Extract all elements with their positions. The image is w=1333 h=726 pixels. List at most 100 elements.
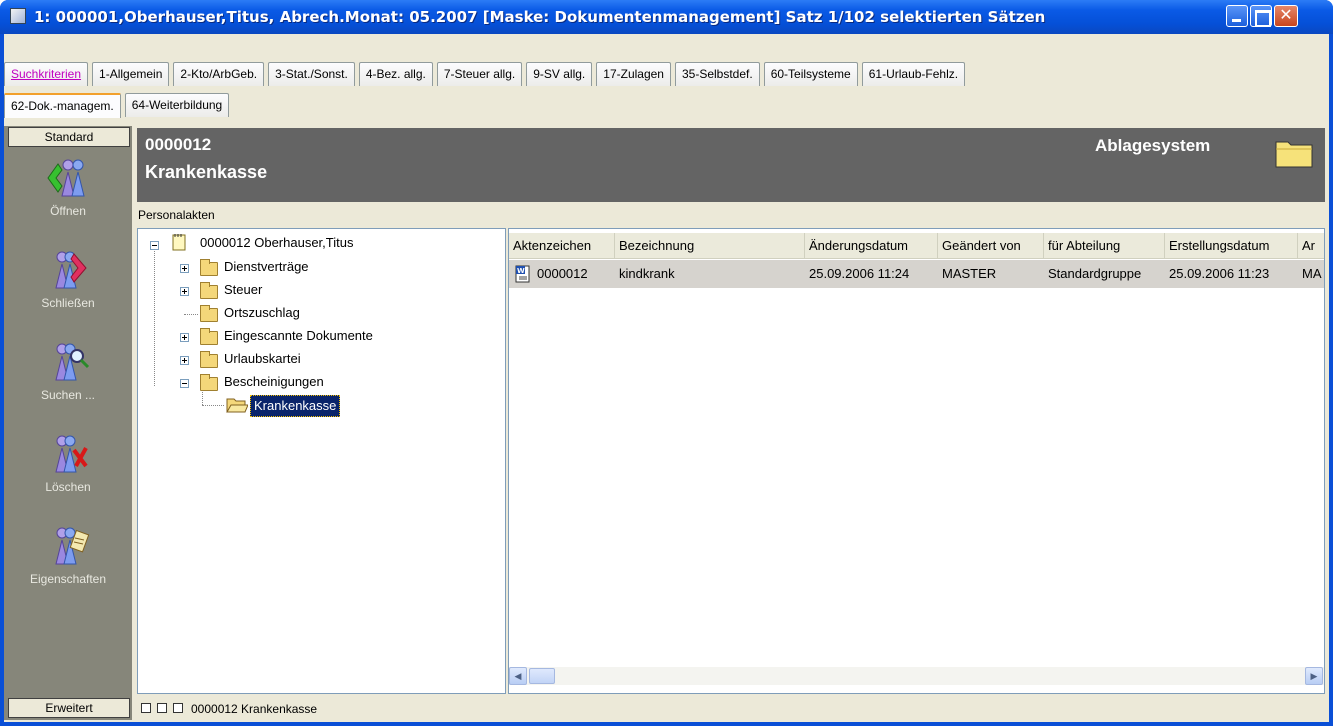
tab-row-1: Suchkriterien 1-Allgemein 2-Kto/ArbGeb. … bbox=[4, 62, 966, 86]
list-header: Aktenzeichen Bezeichnung Änderungsdatum … bbox=[509, 233, 1324, 259]
tab-sv-allg[interactable]: 9-SV allg. bbox=[526, 62, 593, 86]
sidebar-label-schliessen: Schließen bbox=[41, 296, 95, 310]
tab-suchkriterien[interactable]: Suchkriterien bbox=[4, 62, 89, 86]
col-header-bezeichnung[interactable]: Bezeichnung bbox=[615, 233, 805, 258]
record-number: 0000012 bbox=[145, 135, 212, 154]
folder-icon bbox=[200, 282, 218, 299]
tab-teilsysteme[interactable]: 60-Teilsysteme bbox=[763, 62, 858, 86]
folder-icon bbox=[200, 305, 218, 322]
tree-line bbox=[202, 405, 224, 406]
scroll-left-button[interactable]: ◀ bbox=[509, 667, 527, 685]
sidebar-label-suchen: Suchen ... bbox=[40, 388, 96, 402]
scroll-right-button[interactable]: ▶ bbox=[1305, 667, 1323, 685]
col-header-aenderungsdatum[interactable]: Änderungsdatum bbox=[805, 233, 938, 258]
tree-line bbox=[154, 246, 155, 386]
word-document-icon: W bbox=[515, 265, 530, 283]
col-header-aktenzeichen[interactable]: Aktenzeichen bbox=[509, 233, 615, 258]
svg-text:W: W bbox=[517, 267, 525, 275]
col-header-erstellungsdatum[interactable]: Erstellungsdatum bbox=[1165, 233, 1298, 258]
collapse-toggle[interactable] bbox=[180, 379, 189, 388]
tree-item-steuer[interactable]: Steuer bbox=[224, 280, 262, 300]
sidebar-label-eigenschaften: Eigenschaften bbox=[29, 572, 107, 586]
expand-toggle[interactable] bbox=[180, 356, 189, 365]
preview-icon[interactable] bbox=[173, 703, 183, 713]
col-header-fuer-abteilung[interactable]: für Abteilung bbox=[1044, 233, 1165, 258]
tab-dok-managem[interactable]: 62-Dok.-managem. bbox=[4, 93, 121, 118]
collapse-toggle[interactable] bbox=[150, 241, 159, 250]
app-icon[interactable] bbox=[10, 8, 26, 24]
title-bar[interactable]: 1: 000001,Oberhauser,Titus, Abrech.Monat… bbox=[0, 0, 1333, 34]
sidebar-item-loeschen[interactable]: Löschen bbox=[4, 432, 132, 494]
personnel-file-icon bbox=[172, 234, 186, 251]
cell-aktenzeichen: 0000012 bbox=[537, 266, 588, 281]
tab-urlaub-fehlz[interactable]: 61-Urlaub-Fehlz. bbox=[861, 62, 966, 86]
tab-selbstdef[interactable]: 35-Selbstdef. bbox=[674, 62, 760, 86]
tree-item-urlaubskartei[interactable]: Urlaubskartei bbox=[224, 349, 301, 369]
cell-aenderungsdatum: 25.09.2006 11:24 bbox=[809, 266, 910, 281]
expand-toggle[interactable] bbox=[180, 287, 189, 296]
sidebar-header-button[interactable]: Standard bbox=[8, 127, 130, 147]
search-icon bbox=[55, 343, 90, 381]
status-bar: 0000012 Krankenkasse bbox=[137, 698, 1325, 720]
folder-tree[interactable]: 0000012 Oberhauser,Titus Dienstverträge … bbox=[137, 228, 506, 694]
folder-icon bbox=[1275, 141, 1313, 168]
tree-item-ortszuschlag[interactable]: Ortszuschlag bbox=[224, 303, 300, 323]
maximize-button[interactable] bbox=[1250, 5, 1272, 27]
record-header: 0000012 Krankenkasse Ablagesystem bbox=[137, 128, 1325, 202]
sidebar-item-eigenschaften[interactable]: Eigenschaften bbox=[4, 524, 132, 586]
tree-item-dienstvertraege[interactable]: Dienstverträge bbox=[224, 257, 309, 277]
expand-toggle[interactable] bbox=[180, 264, 189, 273]
open-icon bbox=[47, 159, 85, 197]
details-view-icon[interactable] bbox=[157, 703, 167, 713]
folder-icon bbox=[200, 374, 218, 391]
tree-root[interactable]: 0000012 Oberhauser,Titus bbox=[200, 233, 353, 253]
tab-bez-allg[interactable]: 4-Bez. allg. bbox=[358, 62, 433, 86]
list-view-icon[interactable] bbox=[141, 703, 151, 713]
sidebar-item-suchen[interactable]: Suchen ... bbox=[4, 340, 132, 402]
col-header-ar[interactable]: Ar bbox=[1298, 233, 1324, 258]
tab-row-2: 62-Dok.-managem. 64-Weiterbildung bbox=[4, 93, 230, 118]
cell-bezeichnung: kindkrank bbox=[619, 266, 675, 281]
window-title: 1: 000001,Oberhauser,Titus, Abrech.Monat… bbox=[34, 8, 1046, 26]
cell-geaendert-von: MASTER bbox=[942, 266, 997, 281]
document-list[interactable]: Aktenzeichen Bezeichnung Änderungsdatum … bbox=[508, 228, 1325, 694]
tab-weiterbildung[interactable]: 64-Weiterbildung bbox=[124, 93, 230, 117]
properties-icon bbox=[55, 527, 90, 565]
close-button[interactable]: ✕ bbox=[1274, 5, 1298, 27]
tree-item-krankenkasse-selected[interactable]: Krankenkasse bbox=[250, 395, 341, 417]
sidebar-footer-button[interactable]: Erweitert bbox=[8, 698, 130, 718]
tree-item-eingescannte-dokumente[interactable]: Eingescannte Dokumente bbox=[224, 326, 373, 346]
tab-stat-sonst[interactable]: 3-Stat./Sonst. bbox=[268, 62, 355, 86]
record-name: Krankenkasse bbox=[145, 162, 268, 182]
folder-icon bbox=[200, 328, 218, 345]
section-title: Ablagesystem bbox=[1095, 136, 1211, 155]
status-text: 0000012 Krankenkasse bbox=[191, 702, 318, 716]
expand-toggle[interactable] bbox=[180, 333, 189, 342]
tab-zulagen[interactable]: 17-Zulagen bbox=[596, 62, 671, 86]
table-row[interactable]: W 0000012 kindkrank 25.09.2006 11:24 MAS… bbox=[509, 260, 1324, 288]
tree-label: Personalakten bbox=[138, 208, 215, 222]
cell-ar: MA bbox=[1302, 266, 1322, 281]
open-folder-icon bbox=[226, 398, 248, 413]
folder-icon bbox=[200, 259, 218, 276]
cell-erstellungsdatum: 25.09.2006 11:23 bbox=[1169, 266, 1270, 281]
col-header-geaendert-von[interactable]: Geändert von bbox=[938, 233, 1044, 258]
tab-steuer-allg[interactable]: 7-Steuer allg. bbox=[436, 62, 523, 86]
sidebar-label-loeschen: Löschen bbox=[45, 480, 91, 494]
horizontal-scrollbar[interactable]: ◀ ▶ bbox=[509, 667, 1324, 685]
close-icon: ✕ bbox=[1279, 7, 1293, 24]
minimize-button[interactable] bbox=[1226, 5, 1248, 27]
sidebar-item-schliessen[interactable]: Schließen bbox=[4, 248, 132, 310]
delete-icon bbox=[55, 435, 88, 473]
scroll-thumb[interactable] bbox=[529, 668, 555, 684]
tree-item-bescheinigungen[interactable]: Bescheinigungen bbox=[224, 372, 324, 392]
cell-fuer-abteilung: Standardgruppe bbox=[1048, 266, 1142, 281]
sidebar-label-oeffnen: Öffnen bbox=[50, 204, 86, 218]
close-file-icon bbox=[55, 251, 87, 289]
sidebar-item-oeffnen[interactable]: Öffnen bbox=[4, 156, 132, 218]
tree-line bbox=[184, 314, 198, 315]
tab-kto-arbgeb[interactable]: 2-Kto/ArbGeb. bbox=[173, 62, 265, 86]
tab-allgemein[interactable]: 1-Allgemein bbox=[92, 62, 170, 86]
tree-line bbox=[202, 389, 203, 405]
folder-icon bbox=[200, 351, 218, 368]
